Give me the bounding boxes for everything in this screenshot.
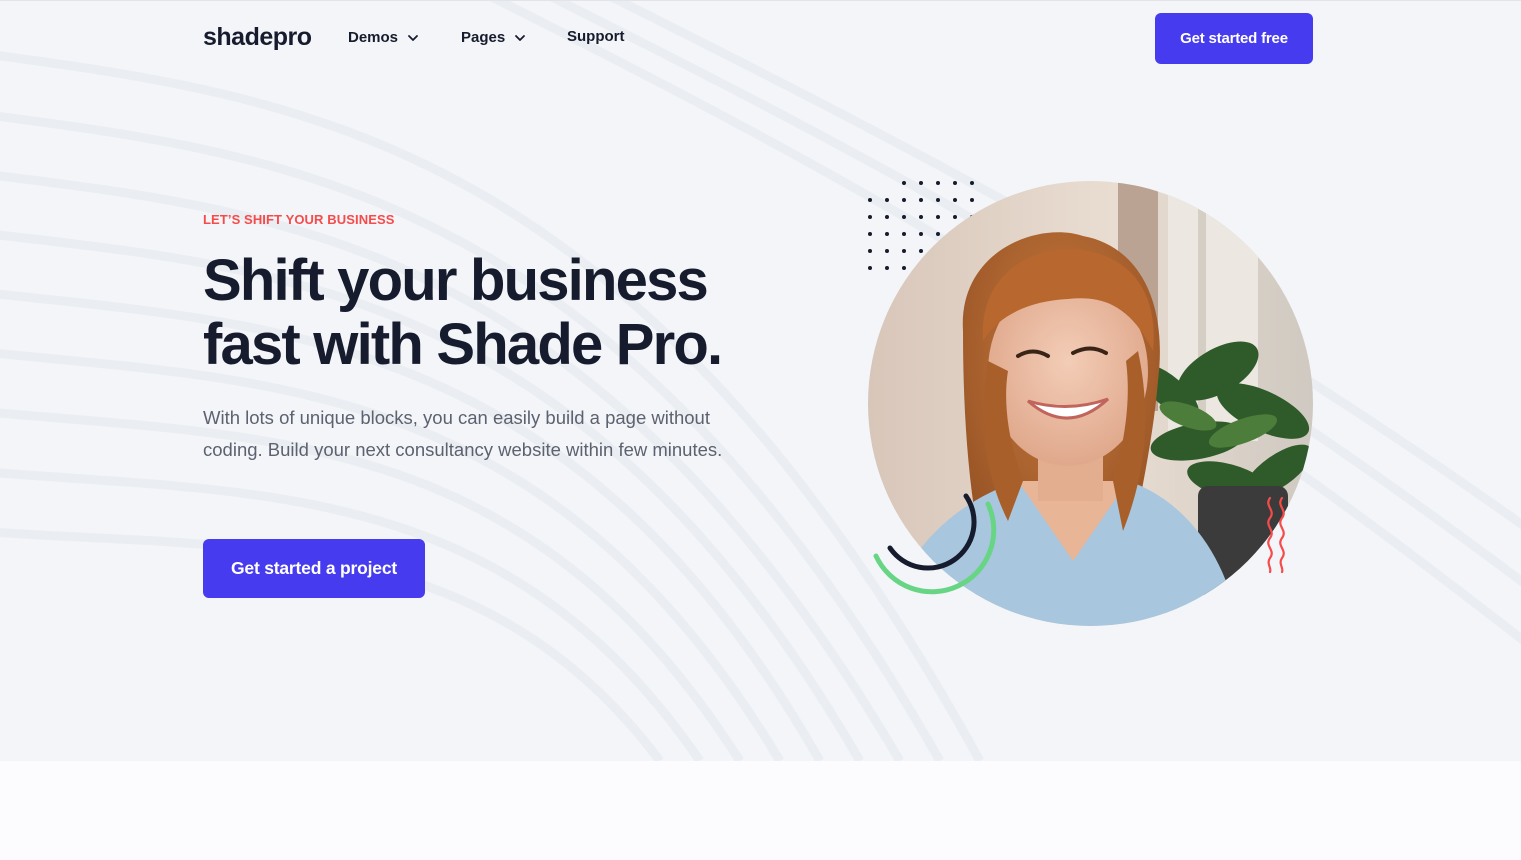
decor-dot xyxy=(936,181,940,185)
decor-dot xyxy=(902,215,906,219)
decor-dot xyxy=(902,198,906,202)
decor-dot xyxy=(936,232,940,236)
decor-dot xyxy=(885,232,889,236)
decor-dot xyxy=(902,266,906,270)
decor-dot xyxy=(868,198,872,202)
decor-dot xyxy=(953,181,957,185)
decor-dot xyxy=(919,215,923,219)
get-started-project-button[interactable]: Get started a project xyxy=(203,539,425,598)
chevron-down-icon xyxy=(408,34,418,41)
decor-dot xyxy=(902,232,906,236)
nav-demos[interactable]: Demos xyxy=(348,29,420,46)
nav-demos-label: Demos xyxy=(348,29,399,46)
nav-pages[interactable]: Pages xyxy=(461,29,527,46)
nav-support-label: Support xyxy=(567,28,625,45)
nav-support[interactable]: Support xyxy=(567,28,625,45)
site-header: shadepro Demos Pages Support Get started… xyxy=(0,0,1521,78)
hero-headline: Shift your business fast with Shade Pro. xyxy=(203,249,823,377)
decor-dot xyxy=(970,181,974,185)
decor-dot xyxy=(868,215,872,219)
hero-headline-line2: fast with Shade Pro. xyxy=(203,312,723,377)
decor-dot xyxy=(868,266,872,270)
logo[interactable]: shadepro xyxy=(203,23,312,52)
squiggle-decoration xyxy=(1267,496,1285,574)
next-section-start xyxy=(0,761,1521,860)
hero-lead-text: With lots of unique blocks, you can easi… xyxy=(203,407,723,460)
hero-eyebrow: LET’S SHIFT YOUR BUSINESS xyxy=(203,212,395,227)
decor-dot xyxy=(885,215,889,219)
decor-dot xyxy=(953,215,957,219)
arc-decoration xyxy=(873,493,997,595)
decor-dot xyxy=(919,181,923,185)
decor-dot xyxy=(885,249,889,253)
decor-dot xyxy=(919,232,923,236)
decor-dot xyxy=(885,198,889,202)
decor-dot xyxy=(919,198,923,202)
decor-dot xyxy=(868,232,872,236)
decor-dot xyxy=(970,198,974,202)
decor-dot xyxy=(919,249,923,253)
decor-dot xyxy=(936,198,940,202)
chevron-down-icon xyxy=(515,34,526,41)
decor-dot xyxy=(868,249,872,253)
get-started-free-button[interactable]: Get started free xyxy=(1155,13,1313,64)
decor-dot xyxy=(885,266,889,270)
nav-pages-label: Pages xyxy=(461,29,506,46)
decor-dot xyxy=(902,181,906,185)
decor-dot xyxy=(953,198,957,202)
decor-dot xyxy=(902,249,906,253)
hero-headline-line1: Shift your business xyxy=(203,248,709,313)
decor-dot xyxy=(936,215,940,219)
